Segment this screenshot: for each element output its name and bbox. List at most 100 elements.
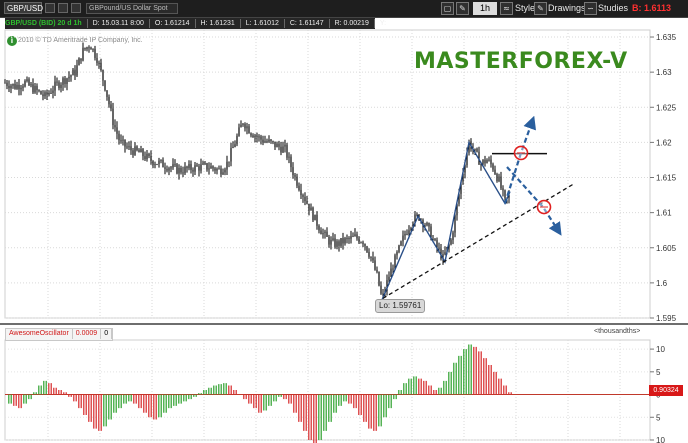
candle-body	[134, 146, 136, 155]
candle-body	[254, 135, 256, 138]
candle-body	[294, 175, 296, 177]
candle-body	[318, 225, 320, 231]
candle-body	[156, 164, 158, 166]
candle-body	[110, 104, 112, 109]
candle-body	[74, 69, 76, 76]
candle-body	[326, 231, 328, 237]
candle-body	[452, 232, 454, 241]
candle-body	[302, 195, 304, 197]
oscillator-title-bar[interactable]: AwesomeOscillator 0.0009 0	[5, 328, 114, 341]
candle-body	[236, 135, 238, 145]
candle-body	[292, 167, 294, 176]
candle-body	[228, 161, 230, 163]
candle-body	[88, 47, 90, 49]
candle-body	[328, 236, 330, 245]
candle-body	[170, 167, 172, 169]
candle-body	[140, 149, 142, 153]
candle-body	[450, 240, 452, 245]
candle-body	[186, 166, 188, 169]
candle-body	[6, 82, 8, 86]
candle-body	[146, 153, 148, 160]
candle-body	[60, 84, 62, 89]
candle-body	[10, 85, 12, 89]
candle-body	[362, 242, 364, 245]
candle-body	[266, 141, 268, 143]
candle-body	[496, 174, 498, 181]
candle-body	[82, 47, 84, 61]
candle-body	[390, 268, 392, 277]
candle-body	[358, 238, 360, 243]
candle-body	[272, 141, 274, 143]
candle-body	[454, 215, 456, 233]
candle-body	[4, 82, 6, 84]
candle-body	[428, 223, 430, 227]
candle-body	[98, 62, 100, 64]
candle-body	[68, 76, 70, 79]
candle-body	[388, 276, 390, 281]
candle-body	[278, 143, 280, 147]
candle-body	[504, 190, 506, 199]
candle-body	[232, 146, 234, 149]
candle-body	[226, 161, 228, 170]
candle-body	[182, 172, 184, 174]
candle-body	[344, 238, 346, 244]
candle-body	[322, 233, 324, 235]
oscillator-value: 0.0009	[73, 329, 102, 339]
candle-body	[160, 159, 162, 161]
candle-body	[370, 256, 372, 258]
candle-body	[78, 58, 80, 66]
candle-body	[26, 79, 28, 81]
candle-body	[498, 176, 500, 181]
candle-body	[500, 176, 502, 189]
candle-body	[94, 48, 96, 58]
price-tick-label: 1.62	[656, 138, 672, 147]
candle-body	[308, 203, 310, 211]
candle-body	[324, 231, 326, 234]
candle-body	[210, 166, 212, 169]
candle-body	[316, 214, 318, 226]
candle-body	[114, 125, 116, 128]
candle-body	[150, 156, 152, 162]
candle-body	[392, 268, 394, 270]
candle-body	[482, 159, 484, 164]
candle-body	[284, 144, 286, 147]
candle-body	[76, 65, 78, 76]
candle-body	[312, 207, 314, 221]
candle-body	[320, 230, 322, 235]
candle-body	[70, 75, 72, 77]
candle-body	[222, 172, 224, 175]
candle-body	[142, 149, 144, 157]
candle-body	[90, 47, 92, 50]
candle-body	[138, 150, 140, 153]
candle-body	[398, 245, 400, 252]
candle-body	[86, 47, 88, 50]
candle-body	[298, 185, 300, 190]
candle-body	[374, 260, 376, 270]
candle-body	[54, 81, 56, 91]
oscillator-name[interactable]: AwesomeOscillator	[6, 329, 73, 339]
candle-body	[502, 188, 504, 191]
candle-body	[128, 146, 130, 148]
candle-body	[38, 90, 40, 92]
price-tick-label: 1.595	[656, 314, 677, 323]
candle-body	[366, 246, 368, 252]
candle-body	[80, 58, 82, 61]
candle-body	[92, 48, 94, 50]
price-tick-label: 1.625	[656, 103, 677, 112]
price-candles	[4, 42, 510, 300]
candle-body	[120, 140, 122, 142]
candle-body	[270, 139, 272, 142]
candle-body	[164, 167, 166, 169]
projection-down-arrow	[506, 166, 562, 236]
candle-body	[20, 87, 22, 90]
candle-body	[352, 236, 354, 238]
oscillator-panel	[5, 344, 656, 443]
low-price-label: Lo: 1.59761	[375, 299, 426, 313]
candle-body	[268, 139, 270, 142]
candle-body	[202, 163, 204, 165]
candle-body	[242, 123, 244, 125]
candle-body	[180, 167, 182, 173]
price-tick-label: 1.615	[656, 174, 677, 183]
candle-body	[196, 165, 198, 167]
candle-body	[378, 271, 380, 286]
